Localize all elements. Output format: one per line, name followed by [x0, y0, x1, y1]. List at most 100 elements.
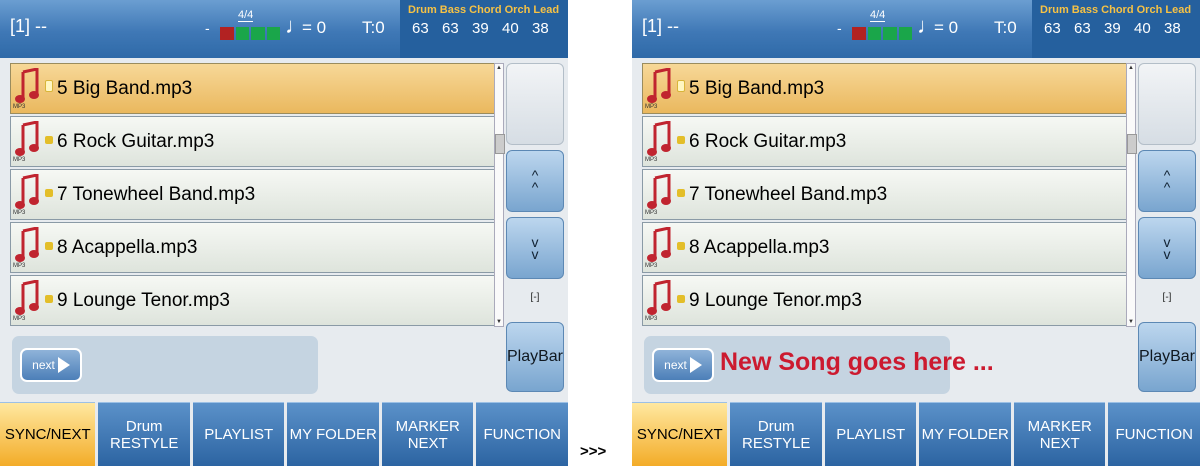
function-tab[interactable]: MY FOLDER [287, 402, 379, 466]
scroll-down-arrow-icon[interactable]: ▼ [496, 319, 502, 325]
folder-icon [677, 136, 685, 144]
tab-label-line1: Drum [757, 417, 795, 435]
registration-slot[interactable]: [1] -- [642, 16, 679, 37]
next-song-label: New Song goes here ... [720, 348, 994, 376]
function-tab[interactable]: MARKER NEXT [381, 402, 474, 466]
scroll-up-arrow-icon[interactable]: ▲ [1128, 65, 1134, 71]
list-scrollbar[interactable]: ▲ ▼ [1126, 63, 1137, 327]
music-note-icon [647, 174, 671, 209]
song-list-item[interactable]: MP3 5 Big Band.mp3 [10, 63, 498, 114]
page-down-button[interactable]: vv [506, 217, 564, 279]
song-list-item[interactable]: MP3 8 Acappella.mp3 [10, 222, 498, 273]
page-up-button[interactable]: ^ ^ [506, 150, 564, 212]
song-name: 7 Tonewheel Band.mp3 [689, 184, 888, 205]
mixer-value: 39 [1104, 20, 1121, 37]
mp3-badge: MP3 [13, 157, 26, 163]
song-list-item[interactable]: MP3 8 Acappella.mp3 [642, 222, 1130, 273]
song-name: 9 Lounge Tenor.mp3 [57, 290, 230, 311]
playbar-button[interactable]: PlayBar [506, 322, 564, 392]
status-header: [1] -- -4/4 ♩ = 0 T:0 Drum Bass Chord Orch Le… [0, 0, 568, 58]
tab-label-line2: NEXT [407, 434, 448, 452]
scroll-down-arrow-icon[interactable]: ▼ [1128, 319, 1134, 325]
mp3-badge: MP3 [645, 210, 658, 216]
transpose-value: T:0 [362, 18, 385, 37]
scrollbar-thumb[interactable] [1127, 134, 1137, 154]
page-down-button[interactable]: vv [1138, 217, 1196, 279]
tab-label-line1: MARKER [395, 417, 460, 435]
tab-label-line1: FUNCTION [483, 426, 561, 443]
song-name: 5 Big Band.mp3 [689, 78, 825, 99]
song-list-item[interactable]: MP3 9 Lounge Tenor.mp3 [642, 275, 1130, 326]
function-tab[interactable]: Drum RESTYLE [730, 402, 822, 466]
song-list: MP3 5 Big Band.mp3 MP3 6 Rock Guitar.mp3 MP3… [642, 63, 1130, 327]
chain-indicator[interactable]: [-] [506, 282, 564, 312]
next-button[interactable]: next [652, 348, 714, 382]
tab-label-line2: RESTYLE [110, 434, 179, 452]
function-tab[interactable]: MY FOLDER [919, 402, 1011, 466]
function-tab[interactable]: MARKER NEXT [1013, 402, 1106, 466]
mixer-label: Chord [1101, 4, 1134, 16]
mp3-badge: MP3 [13, 104, 26, 110]
tempo-value: = 0 [302, 18, 327, 37]
next-button[interactable]: next [20, 348, 82, 382]
list-scrollbar[interactable]: ▲ ▼ [494, 63, 505, 327]
function-tab[interactable]: FUNCTION [1108, 402, 1200, 466]
function-tab[interactable]: Drum RESTYLE [98, 402, 190, 466]
music-note-icon [15, 121, 39, 156]
mp3-badge: MP3 [645, 104, 658, 110]
playbar-button[interactable]: PlayBar [1138, 322, 1196, 392]
side-panel-blank [1138, 63, 1196, 145]
tab-label-line1: PLAYLIST [204, 426, 274, 443]
screen-before: [1] -- -4/4 ♩ = 0 T:0 Drum Bass Chord Orch Le… [0, 0, 568, 466]
next-label: next [664, 358, 687, 372]
song-list-item[interactable]: MP3 7 Tonewheel Band.mp3 [10, 169, 498, 220]
music-note-icon [647, 121, 671, 156]
chain-indicator[interactable]: [-] [1138, 282, 1196, 312]
mixer-value: 63 [442, 20, 459, 37]
folder-icon [677, 295, 685, 303]
mixer-label: Orch [504, 4, 531, 16]
song-list-item[interactable]: MP3 6 Rock Guitar.mp3 [10, 116, 498, 167]
mixer-value: 40 [502, 20, 519, 37]
tab-label-line2: NEXT [1039, 434, 1080, 452]
song-list-item[interactable]: MP3 5 Big Band.mp3 [642, 63, 1130, 114]
function-tab[interactable]: FUNCTION [476, 402, 568, 466]
tab-label-line1: FUNCTION [1115, 426, 1193, 443]
mixer-value: 63 [1074, 20, 1091, 37]
music-note-icon [647, 68, 671, 103]
mixer-value: 63 [412, 20, 429, 37]
mixer-label: Lead [533, 4, 560, 16]
music-note-icon [15, 280, 39, 315]
function-tab[interactable]: PLAYLIST [824, 402, 917, 466]
scrollbar-thumb[interactable] [495, 134, 505, 154]
folder-icon [677, 189, 685, 197]
folder-icon [45, 136, 53, 144]
function-tabs: SYNC/NEXT Drum RESTYLE PLAYLIST MY FOLDER MAR… [632, 402, 1200, 466]
status-header: [1] -- -4/4 ♩ = 0 T:0 Drum Bass Chord Orch Le… [632, 0, 1200, 58]
mixer-volumes[interactable]: Drum Bass Chord Orch Lead 63 63 39 40 38 [1032, 0, 1200, 58]
chevron-down-icon: v [531, 246, 539, 262]
song-list-item[interactable]: MP3 6 Rock Guitar.mp3 [642, 116, 1130, 167]
chevron-down-icon: v [1163, 246, 1171, 262]
folder-icon [45, 242, 53, 250]
registration-slot[interactable]: [1] -- [10, 16, 47, 37]
music-note-icon [647, 280, 671, 315]
song-name: 5 Big Band.mp3 [57, 78, 193, 99]
mixer-value: 40 [1134, 20, 1151, 37]
mixer-volumes[interactable]: Drum Bass Chord Orch Lead 63 63 39 40 38 [400, 0, 568, 58]
tab-label-line1: SYNC/NEXT [636, 426, 723, 443]
song-name: 8 Acappella.mp3 [689, 237, 830, 258]
page-up-button[interactable]: ^ ^ [1138, 150, 1196, 212]
time-signature: 4/4 [870, 9, 886, 22]
function-tab[interactable]: PLAYLIST [192, 402, 285, 466]
music-note-icon [15, 174, 39, 209]
function-tab[interactable]: SYNC/NEXT [632, 402, 728, 466]
function-tab[interactable]: SYNC/NEXT [0, 402, 96, 466]
tab-label-line1: Drum [125, 417, 163, 435]
music-note-icon [15, 68, 39, 103]
song-list-item[interactable]: MP3 9 Lounge Tenor.mp3 [10, 275, 498, 326]
mixer-label: Chord [469, 4, 502, 16]
song-name: 6 Rock Guitar.mp3 [689, 131, 847, 152]
song-list-item[interactable]: MP3 7 Tonewheel Band.mp3 [642, 169, 1130, 220]
scroll-up-arrow-icon[interactable]: ▲ [496, 65, 502, 71]
